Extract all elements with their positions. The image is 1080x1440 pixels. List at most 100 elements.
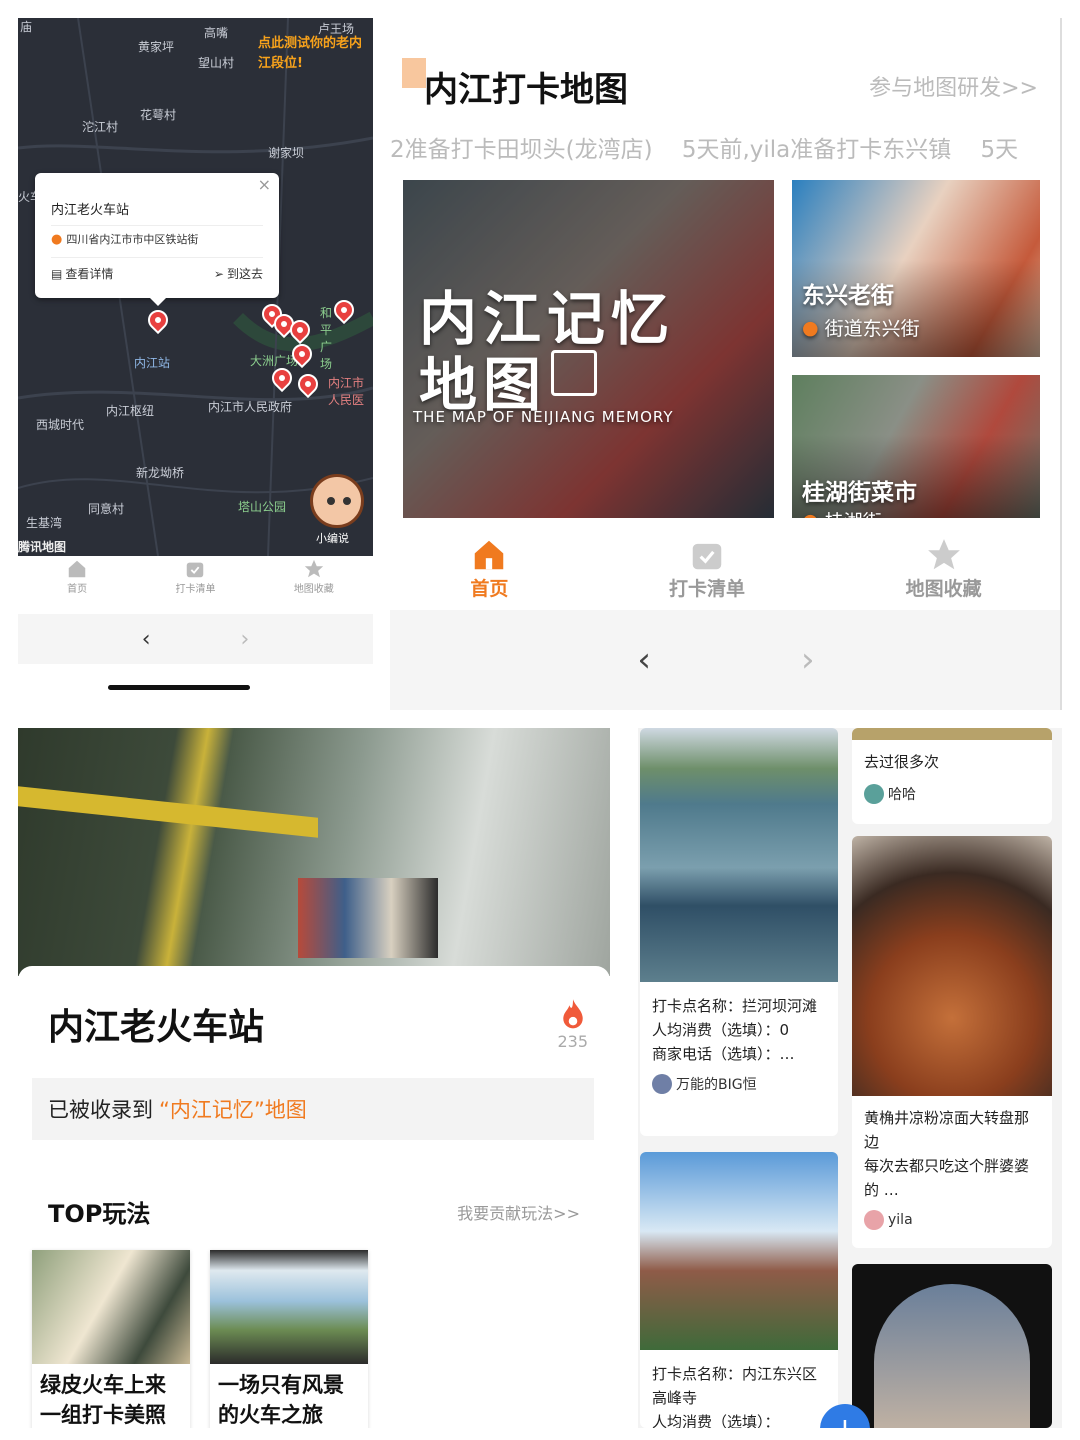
collected-map-link[interactable]: “内江记忆”地图 [159,1094,307,1124]
map-label: 高嘴 [204,26,229,40]
feed-card-name: 打卡点名称：拦河坝河滩 [652,997,818,1015]
contribute-play-link[interactable]: 我要贡献玩法>> [457,1200,580,1224]
play-card-subtitle: 的火车之旅 [218,1403,323,1427]
place-card-title: 东兴老街 [802,283,894,309]
back-button[interactable]: ‹ [637,640,651,680]
tab-favorites[interactable]: 地图收藏 [274,558,354,595]
feed-card-cost: 人均消费（选填）：0 [652,1021,790,1039]
hero-subtitle: THE MAP OF NEIJIANG MEMORY [413,408,674,426]
feed-card-cost: 人均消费（选填）： [652,1413,780,1428]
tab-home[interactable]: 首页 [470,536,508,601]
plus-icon: + [832,1412,857,1429]
play-card-image [32,1250,190,1364]
browser-nav: ‹ › [390,610,1060,710]
map-view[interactable]: 庙 黄家坪 高嘴 卢王场 望山村 沱江村 花萼村 谢家坝 火车 内江站 大洲广场… [18,18,373,556]
home-icon [475,540,504,569]
flame-icon [563,999,583,1029]
hero-card[interactable]: 内江记忆 地图 THE MAP OF NEIJIANG MEMORY [403,180,774,518]
promo-link[interactable]: 点此测试你的老内江段位! [258,34,370,74]
feed-card-user: yila [852,1210,1052,1230]
feed-screen: 去过很多次 哈哈 打卡点名称：拦河坝河滩 人均消费（选填）：0 商家电话（选填）… [638,728,1062,1428]
play-card-image [210,1250,368,1364]
detail-screen: 内江老火车站 235 已被收录到 “内江记忆”地图 TOP玩法 我要贡献玩法>>… [18,728,610,1428]
tab-checklist[interactable]: 打卡清单 [669,536,745,601]
checklist-icon [187,562,204,578]
avatar [652,1074,672,1094]
feed-card[interactable]: 打卡点名称：内江东兴区高峰寺 人均消费（选填）： [640,1152,838,1428]
feed-card-text: 去过很多次 [864,753,940,771]
map-label: 内江市人民医 [328,376,365,407]
place-card[interactable]: 桂湖街菜市 ● 桂湖街 [792,375,1040,518]
forward-button[interactable]: › [241,627,250,652]
collected-banner[interactable]: 已被收录到 “内江记忆”地图 [32,1078,594,1140]
hot-indicator: 235 [557,998,588,1051]
place-card-location: ● 街道东兴街 [802,316,920,341]
navigate-button[interactable]: ➢ 到这去 [214,265,263,282]
navigate-icon: ➢ [213,266,224,281]
map-label: 黄家坪 [138,40,175,54]
detail-sheet: 内江老火车站 235 已被收录到 “内江记忆”地图 TOP玩法 我要贡献玩法>>… [18,966,610,1428]
feed-card-image [640,1152,838,1350]
map-screen: 庙 黄家坪 高嘴 卢王场 望山村 沱江村 花萼村 谢家坝 火车 内江站 大洲广场… [18,18,373,698]
feed-card-image [640,728,838,982]
view-detail-button[interactable]: ▤ 查看详情 [51,265,113,282]
tab-home[interactable]: 首页 [37,558,117,595]
page-title: 内江打卡地图 [424,70,628,110]
feed-card-image [874,1284,1030,1428]
map-label: 沱江村 [82,120,119,134]
map-label: 望山村 [198,56,235,70]
map-book-icon [551,350,597,396]
place-card-location: ● 桂湖街 [802,507,882,519]
tab-checklist[interactable]: 打卡清单 [155,558,235,595]
feed-card-user: 万能的BIG恒 [640,1074,838,1094]
map-label: 生基湾 [26,516,63,530]
play-card[interactable]: 绿皮火车上来 一组打卡美照 [32,1250,190,1428]
document-icon: ▤ [51,266,63,281]
map-label: 内江市人民政府 [208,400,293,414]
map-label: 庙 [20,20,33,34]
mascot-avatar[interactable] [310,474,364,528]
section-title: TOP玩法 [48,1200,151,1228]
feed-card[interactable]: 去过很多次 哈哈 [852,728,1052,824]
map-label: 西城时代 [36,418,85,432]
popup-title: 内江老火车站 [51,203,130,218]
avatar [864,1210,884,1230]
activity-ticker: 2准备打卡田坝头(龙湾店) 5天前,yila准备打卡东兴镇 5天 [390,137,1019,163]
tab-bar: 首页 打卡清单 地图收藏 [18,558,373,608]
forward-button[interactable]: › [801,640,815,680]
feed-card-user: 哈哈 [852,784,1052,804]
checklist-icon [692,543,722,569]
place-title: 内江老火车站 [48,1007,265,1048]
location-pin-icon: ● [802,510,819,519]
map-label: 谢家坝 [268,146,305,160]
feed-card-desc: 黄桷井凉粉凉面大转盘那边 每次去都只吃这个胖婆婆的 … [864,1109,1030,1199]
avatar [864,784,884,804]
hero-photo [18,728,610,976]
map-label: 塔山公园 [238,500,287,514]
browser-nav: ‹ › [18,614,373,664]
close-icon[interactable]: × [258,175,271,194]
play-card-subtitle: 一组打卡美照 [40,1403,166,1427]
tab-bar: 首页 打卡清单 地图收藏 [390,528,1060,608]
map-label: 花萼村 [140,108,177,122]
back-button[interactable]: ‹ [142,627,151,652]
contribute-link[interactable]: 参与地图研发>> [869,70,1038,102]
feed-card[interactable] [852,1264,1052,1428]
map-attribution: 腾讯地图 [18,540,67,554]
popup-address-row: ● 四川省内江市市中区铁站街 [51,231,198,247]
popup-address: 四川省内江市市中区铁站街 [66,233,199,246]
place-card[interactable]: 东兴老街 ● 街道东兴街 [792,180,1040,357]
play-card[interactable]: 一场只有风景 的火车之旅 [210,1250,368,1428]
map-label: 内江站 [134,356,171,370]
tab-favorites[interactable]: 地图收藏 [906,536,982,601]
map-label: 新龙坳桥 [136,466,185,480]
feed-card[interactable]: 打卡点名称：拦河坝河滩 人均消费（选填）：0 商家电话（选填）：… 万能的BIG… [640,728,838,1136]
place-card-title: 桂湖街菜市 [802,480,917,506]
home-indicator [108,685,250,690]
location-pin-icon: ● [51,231,63,247]
star-icon [304,559,323,578]
star-icon [927,538,960,569]
feed-card[interactable]: 黄桷井凉粉凉面大转盘那边 每次去都只吃这个胖婆婆的 … yila [852,836,1052,1248]
map-label: 内江枢纽 [106,404,155,418]
home-icon [68,560,86,578]
